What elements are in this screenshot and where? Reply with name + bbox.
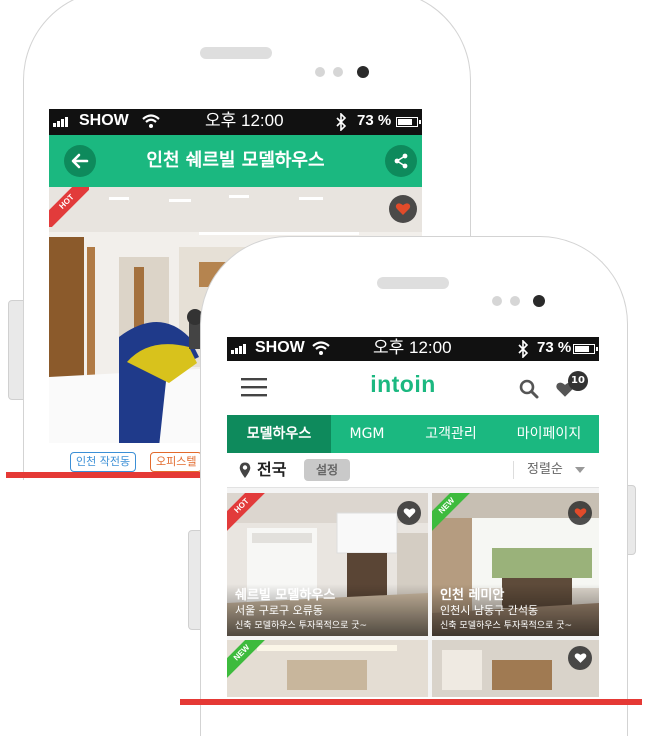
battery-icon [396, 117, 421, 127]
hamburger-icon [241, 378, 267, 397]
favorite-button[interactable] [389, 195, 417, 223]
bluetooth-icon [518, 340, 529, 358]
front-phone-screen: SHOW 오후 12:00 73 % intoin 10 모델하우스 MGM 고… [227, 337, 599, 697]
favorite-button[interactable] [568, 646, 592, 670]
property-card[interactable] [432, 640, 599, 697]
favorites-count-badge: 10 [568, 371, 588, 391]
back-phone-dot [315, 67, 325, 77]
wifi-icon [142, 114, 160, 128]
location-tag[interactable]: 인천 작전동 [70, 452, 137, 472]
tab-bar: 모델하우스 MGM 고객관리 마이페이지 [227, 415, 599, 453]
card-description: 신축 모델하우스 투자목적으로 굿~ [235, 621, 368, 631]
page-title: 인천 쉐르빌 모델하우스 [146, 150, 325, 171]
carrier-label: SHOW [79, 112, 129, 129]
front-phone-dot [510, 296, 520, 306]
property-card[interactable]: NEW 인천 레미안 인천시 남동구 간석동 신축 모델하우스 투자목적으로 굿… [432, 493, 599, 636]
battery-label: 73 % [537, 339, 572, 356]
favorite-button[interactable] [397, 501, 421, 525]
location-settings-button[interactable]: 설정 [304, 459, 350, 481]
app-logo: intoin [370, 371, 436, 397]
bluetooth-icon [336, 113, 347, 131]
favorite-button[interactable] [568, 501, 592, 525]
search-icon [519, 379, 539, 399]
front-phone-speaker [377, 277, 449, 289]
carrier-label: SHOW [255, 339, 305, 356]
favorites-button[interactable]: 10 [553, 371, 593, 403]
back-phone-camera [357, 66, 369, 78]
red-bar [180, 699, 642, 705]
detail-header: 인천 쉐르빌 모델하우스 [49, 135, 422, 187]
card-caption: 쉐르빌 모델하우스 서울 구로구 오류동 신축 모델하우스 투자목적으로 굿~ [227, 584, 428, 636]
new-badge: NEW [432, 493, 470, 531]
signal-icon [53, 117, 68, 127]
sort-label: 정렬순 [527, 462, 563, 477]
tab-model-house[interactable]: 모델하우스 [227, 415, 331, 453]
filter-divider [513, 461, 514, 479]
front-phone-dot [492, 296, 502, 306]
property-card[interactable]: HOT 쉐르빌 모델하우스 서울 구로구 오류동 신축 모델하우스 투자목적으로… [227, 493, 428, 636]
wifi-icon [312, 341, 330, 355]
new-badge: NEW [227, 640, 265, 678]
card-address: 서울 구로구 오류동 [235, 604, 323, 617]
share-icon [394, 153, 408, 169]
tab-mgm[interactable]: MGM [331, 415, 403, 453]
search-button[interactable] [518, 378, 540, 400]
battery-icon [573, 344, 598, 354]
hot-badge: HOT [227, 493, 265, 531]
clock-label: 오후 12:00 [205, 111, 284, 130]
heart-icon [574, 508, 586, 518]
battery-label: 73 % [357, 112, 392, 129]
tab-customer-management[interactable]: 고객관리 [403, 415, 499, 453]
share-button[interactable] [385, 145, 417, 177]
front-phone-camera [533, 295, 545, 307]
clock-label: 오후 12:00 [373, 338, 452, 357]
type-tag[interactable]: 오피스텔 [150, 452, 203, 472]
location-label[interactable]: 전국 [257, 453, 286, 487]
status-bar: SHOW 오후 12:00 73 % [227, 337, 599, 361]
card-caption: 인천 레미안 인천시 남동구 간석동 신축 모델하우스 투자목적으로 굿~ [432, 584, 599, 636]
heart-icon [574, 653, 586, 663]
sort-select[interactable]: 정렬순 [521, 453, 591, 487]
property-card[interactable]: NEW [227, 640, 428, 697]
arrow-left-icon [71, 153, 89, 169]
back-phone-dot [333, 67, 343, 77]
back-button[interactable] [64, 145, 96, 177]
chevron-down-icon [575, 467, 585, 473]
hot-badge: HOT [49, 187, 89, 227]
tab-my-page[interactable]: 마이페이지 [499, 415, 599, 453]
app-header: intoin 10 [227, 361, 599, 415]
card-description: 신축 모델하우스 투자목적으로 굿~ [440, 621, 573, 631]
heart-icon [395, 203, 411, 215]
card-title: 인천 레미안 [440, 588, 505, 603]
menu-button[interactable] [241, 377, 267, 397]
heart-icon [403, 508, 415, 518]
card-address: 인천시 남동구 간석동 [440, 604, 539, 617]
back-phone-speaker [200, 47, 272, 59]
signal-icon [231, 344, 246, 354]
red-bar [6, 472, 216, 478]
status-bar: SHOW 오후 12:00 73 % [49, 109, 422, 135]
filter-bar: 전국 설정 정렬순 [227, 453, 599, 488]
location-pin-icon [239, 462, 251, 478]
card-title: 쉐르빌 모델하우스 [235, 588, 336, 603]
